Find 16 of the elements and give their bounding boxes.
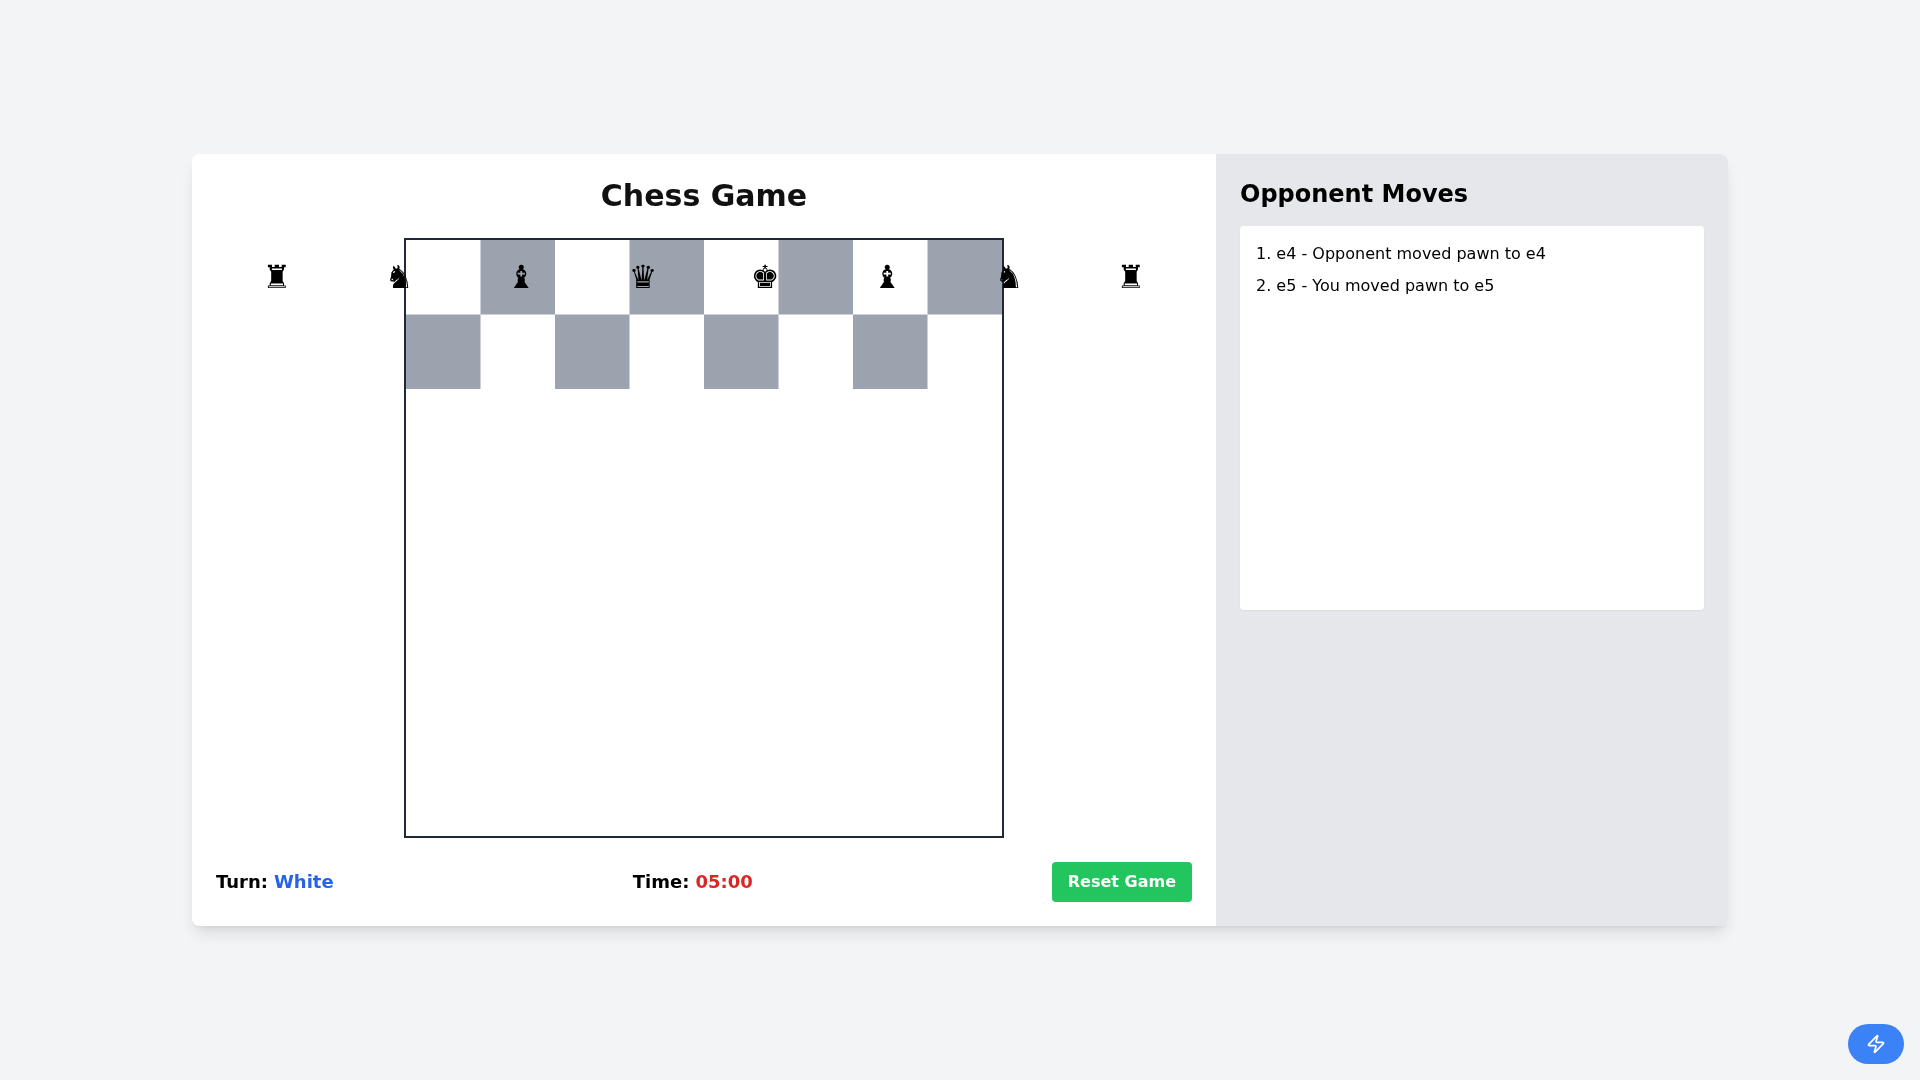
panel-title: Opponent Moves <box>1240 179 1470 210</box>
chess-piece[interactable]: ♜ <box>262 261 292 294</box>
chess-piece[interactable]: ♝ <box>506 261 536 294</box>
time-value: 05:00 <box>695 870 753 894</box>
floating-action-button[interactable] <box>1848 1024 1904 1064</box>
move-entry: 1. e4 - Opponent moved pawn to e4 <box>1256 243 1547 265</box>
lightning-icon <box>1866 1034 1886 1054</box>
turn-label: Turn: <box>216 870 268 894</box>
chess-piece[interactable]: ♝ <box>872 261 902 294</box>
time-label: Time: <box>632 870 690 894</box>
chess-piece[interactable]: ♜ <box>1116 261 1146 294</box>
move-entry: 2. e5 - You moved pawn to e5 <box>1256 275 1496 297</box>
chess-piece[interactable]: ♚ <box>750 261 780 294</box>
chess-piece[interactable]: ♛ <box>628 261 658 294</box>
turn-value: White <box>274 870 334 894</box>
game-title: Chess Game <box>599 178 809 214</box>
